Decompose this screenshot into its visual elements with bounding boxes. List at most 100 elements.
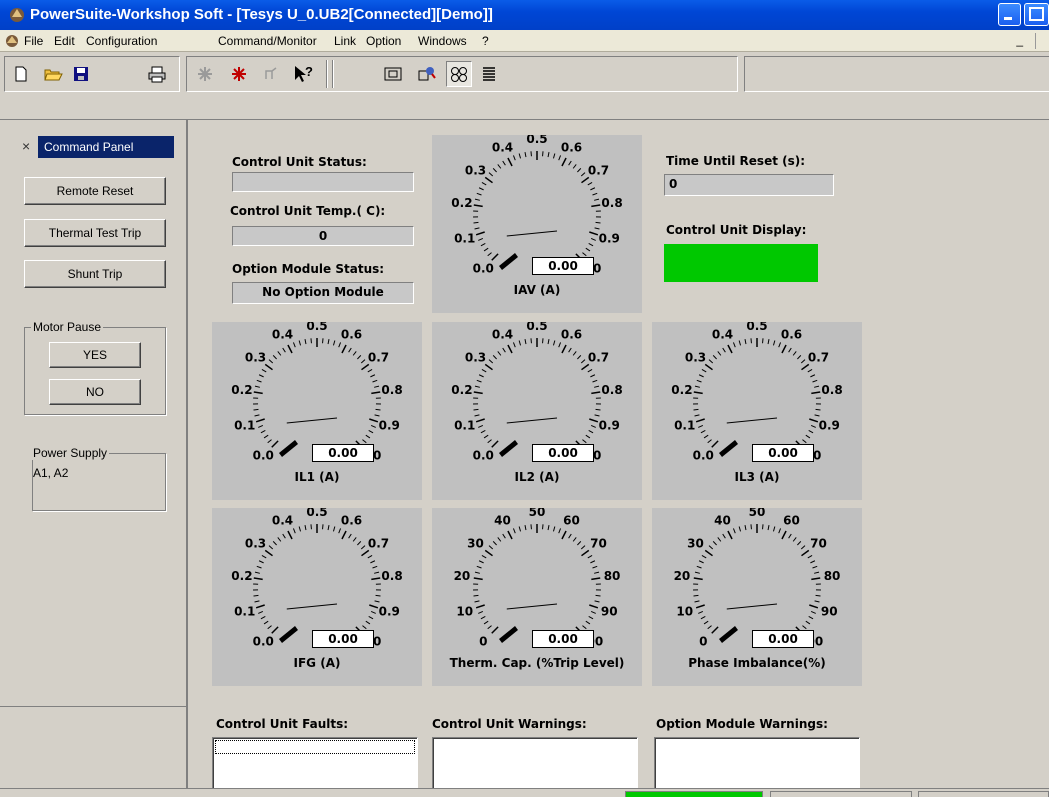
gauge-minor-tick (577, 541, 582, 546)
gauge-minor-tick (552, 153, 556, 159)
connect-button[interactable] (192, 61, 218, 87)
gauge-minor-tick (282, 533, 286, 539)
menu-configuration[interactable]: Configuration (86, 34, 157, 48)
monitor-view-button[interactable] (380, 61, 406, 87)
document-icon[interactable] (4, 33, 20, 49)
transfer-icon (265, 67, 277, 79)
gauge-tick-label: 0.4 (712, 327, 733, 341)
gauge-needle-hub (719, 440, 738, 457)
remote-reset-button[interactable]: Remote Reset (24, 177, 166, 205)
gauge-tick-label: 0.6 (561, 327, 582, 341)
gauge-minor-tick (812, 565, 818, 569)
gauge-major-tick (704, 549, 713, 557)
gauge-tick-label: 0.0 (253, 449, 274, 463)
gauge-minor-tick (594, 227, 600, 230)
menu-windows[interactable]: Windows (418, 34, 467, 48)
gauge-minor-tick (582, 252, 587, 257)
gauge-phase-imbalance: 01020304050607080901000.00Phase Imbalanc… (652, 508, 862, 686)
gauge-major-tick (561, 157, 567, 167)
gauge-tick-label: 0.6 (781, 327, 802, 341)
thermal-test-trip-button[interactable]: Thermal Test Trip (24, 219, 166, 247)
gauge-major-tick (369, 418, 379, 423)
gauge-minor-tick (707, 439, 712, 444)
menu-edit[interactable]: Edit (54, 34, 75, 48)
gauge-minor-tick (254, 571, 260, 574)
gauge-minor-tick (478, 187, 484, 191)
maximize-button[interactable] (1024, 3, 1049, 26)
gauge-minor-tick (767, 525, 770, 531)
gauge-needle (286, 417, 338, 424)
gauge-minor-tick (572, 351, 577, 356)
gauge-minor-tick (357, 541, 362, 546)
list-view-button[interactable] (476, 61, 502, 87)
gauge-minor-tick (572, 164, 577, 169)
gauge-minor-tick (367, 368, 373, 373)
context-help-button[interactable]: ? (290, 61, 316, 87)
gauge-minor-tick (362, 439, 367, 444)
power-supply-value: A1, A2 (33, 466, 69, 480)
gauge-major-tick (475, 604, 485, 609)
gauge-minor-tick (590, 237, 596, 241)
menu-option[interactable]: Option (366, 34, 401, 48)
gauge-minor-tick (547, 152, 550, 158)
gauge-minor-tick (588, 615, 594, 620)
gauge-needle-hub (499, 253, 518, 270)
gauge-minor-tick (547, 525, 550, 531)
menu-help[interactable]: ? (482, 34, 489, 48)
gauge-tick-label: 0.1 (454, 418, 475, 432)
menu-file[interactable]: File (24, 34, 43, 48)
gauge-tick-label: 0.3 (245, 536, 266, 550)
gauge-tick-label: 0.4 (272, 327, 293, 341)
gauge-minor-tick (810, 424, 816, 428)
gauge-major-tick (361, 549, 370, 557)
mdi-restore-button[interactable] (1035, 33, 1049, 49)
save-icon (74, 67, 88, 81)
gauge-tick-label: 50 (529, 508, 546, 519)
gauge-tick-label: 0.8 (821, 383, 842, 397)
gauge-il1: 0.00.10.20.30.40.50.60.70.80.91.00.00IL1… (212, 322, 422, 500)
menu-command-monitor[interactable]: Command/Monitor (218, 34, 317, 48)
gauge-minor-tick (370, 374, 376, 378)
gauge-minor-tick (594, 385, 600, 388)
gauge-minor-tick (524, 339, 527, 345)
print-button[interactable] (144, 61, 170, 87)
open-button[interactable] (40, 61, 66, 87)
gauge-minor-tick (338, 342, 342, 348)
gauges-view-icon (451, 67, 467, 82)
gauge-tick-label: 30 (467, 536, 484, 550)
gauge-minor-tick (722, 533, 726, 539)
gauge-minor-tick (487, 439, 492, 444)
gauge-minor-tick (263, 434, 269, 439)
new-button[interactable] (8, 61, 34, 87)
window-title: PowerSuite-Workshop Soft - [Tesys U_0.UB… (30, 6, 493, 23)
gauge-minor-tick (372, 565, 378, 569)
gauge-needle (506, 417, 558, 424)
gauge-value: 0.00 (752, 444, 814, 462)
transfer-button[interactable] (258, 61, 284, 87)
time-until-reset-field: 0 (664, 174, 834, 196)
gauge-minor-tick (590, 374, 596, 378)
disconnect-button[interactable] (226, 61, 252, 87)
monitor-view-icon (384, 67, 402, 81)
close-icon[interactable]: × (22, 138, 38, 156)
gauges-view-button[interactable] (446, 61, 472, 87)
gauge-tick-label: 10 (676, 604, 693, 618)
minimize-button[interactable] (998, 3, 1021, 26)
save-button[interactable] (68, 61, 94, 87)
gauge-minor-tick (258, 610, 264, 614)
motor-pause-yes-button[interactable]: YES (49, 342, 141, 368)
gauge-major-tick (704, 363, 713, 371)
gauge-minor-tick (738, 340, 742, 346)
motor-pause-no-button[interactable]: NO (49, 379, 141, 405)
gauge-tick-label: 20 (674, 569, 691, 583)
gauge-major-tick (484, 363, 493, 371)
mdi-minimize-button[interactable]: _ (1016, 33, 1023, 47)
gauge-minor-tick (360, 359, 366, 364)
shunt-trip-button[interactable]: Shunt Trip (24, 260, 166, 288)
gauge-minor-tick (253, 408, 259, 411)
gauge-tick-label: 0.2 (231, 569, 252, 583)
menu-link[interactable]: Link (334, 34, 356, 48)
configure-view-button[interactable] (414, 61, 440, 87)
gauge-major-tick (591, 204, 601, 208)
gauge-tick-label: 0.5 (746, 322, 767, 333)
